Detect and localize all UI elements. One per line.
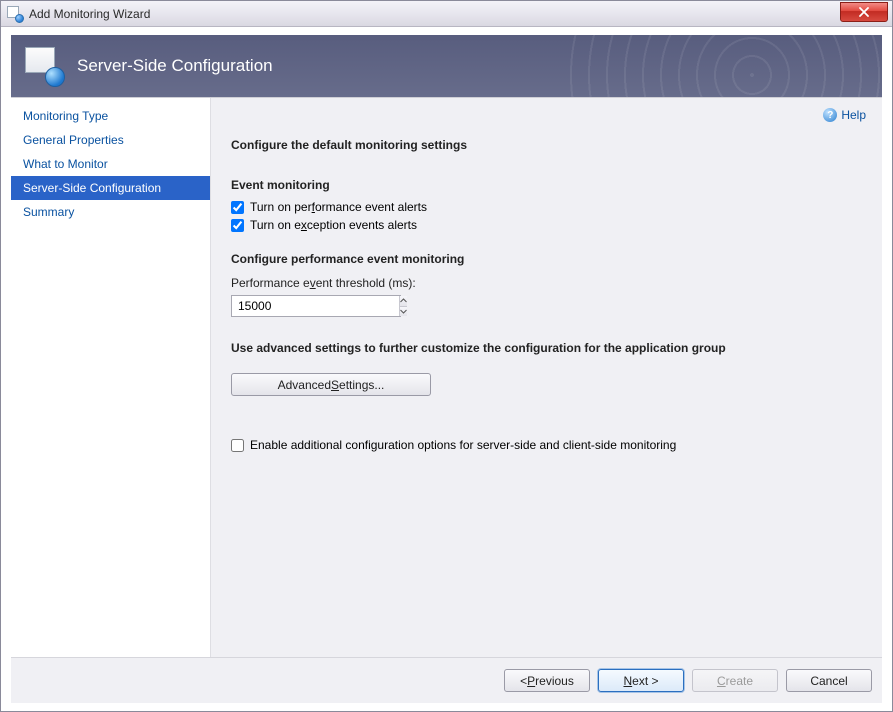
help-link[interactable]: ? Help — [823, 108, 866, 122]
sidebar-item-what-to-monitor[interactable]: What to Monitor — [11, 152, 210, 176]
content-panel: ? Help Configure the default monitoring … — [211, 98, 882, 657]
enable-additional-checkbox[interactable] — [231, 439, 244, 452]
app-icon — [7, 6, 23, 22]
advanced-settings-button[interactable]: Advanced Settings... — [231, 373, 431, 396]
cancel-button[interactable]: Cancel — [786, 669, 872, 692]
spinner-buttons — [399, 296, 407, 316]
close-icon — [859, 7, 869, 17]
sidebar-item-server-side-configuration[interactable]: Server-Side Configuration — [11, 176, 210, 200]
spinner-down[interactable] — [400, 307, 407, 317]
perf-config-heading: Configure performance event monitoring — [231, 252, 862, 266]
chevron-up-icon — [400, 298, 407, 303]
sidebar: Monitoring Type General Properties What … — [11, 98, 211, 657]
body: Monitoring Type General Properties What … — [11, 97, 882, 657]
titlebar: Add Monitoring Wizard — [1, 1, 892, 27]
next-button[interactable]: Next > — [598, 669, 684, 692]
header-panel: Server-Side Configuration — [11, 35, 882, 97]
exception-alerts-checkbox[interactable] — [231, 219, 244, 232]
enable-additional-label[interactable]: Enable additional configuration options … — [250, 438, 676, 452]
exception-alerts-label[interactable]: Turn on exception events alerts — [250, 218, 417, 232]
sidebar-item-label: Summary — [23, 205, 74, 219]
threshold-label: Performance event threshold (ms): — [231, 276, 862, 290]
sidebar-item-general-properties[interactable]: General Properties — [11, 128, 210, 152]
help-label: Help — [841, 108, 866, 122]
spinner-up[interactable] — [400, 296, 407, 307]
header-icon — [25, 47, 63, 85]
main-heading: Configure the default monitoring setting… — [231, 138, 862, 152]
chevron-down-icon — [400, 309, 407, 314]
sidebar-item-label: Server-Side Configuration — [23, 181, 161, 195]
perf-alerts-checkbox[interactable] — [231, 201, 244, 214]
create-button: Create — [692, 669, 778, 692]
help-icon: ? — [823, 108, 837, 122]
wizard-window: Add Monitoring Wizard Server-Side Config… — [0, 0, 893, 712]
sidebar-item-label: What to Monitor — [23, 157, 108, 171]
perf-alerts-row: Turn on performance event alerts — [231, 200, 862, 214]
exception-alerts-row: Turn on exception events alerts — [231, 218, 862, 232]
footer: < Previous Next > Create Cancel — [11, 657, 882, 703]
sidebar-item-monitoring-type[interactable]: Monitoring Type — [11, 104, 210, 128]
event-monitoring-heading: Event monitoring — [231, 178, 862, 192]
window-title: Add Monitoring Wizard — [29, 7, 150, 21]
threshold-spinner — [231, 295, 401, 317]
threshold-input[interactable] — [232, 296, 399, 316]
previous-button[interactable]: < Previous — [504, 669, 590, 692]
page-title: Server-Side Configuration — [77, 56, 273, 76]
advanced-heading: Use advanced settings to further customi… — [231, 341, 862, 355]
perf-alerts-label[interactable]: Turn on performance event alerts — [250, 200, 427, 214]
sidebar-item-summary[interactable]: Summary — [11, 200, 210, 224]
sidebar-item-label: General Properties — [23, 133, 124, 147]
sidebar-item-label: Monitoring Type — [23, 109, 108, 123]
close-button[interactable] — [840, 2, 888, 22]
enable-additional-row: Enable additional configuration options … — [231, 438, 862, 452]
